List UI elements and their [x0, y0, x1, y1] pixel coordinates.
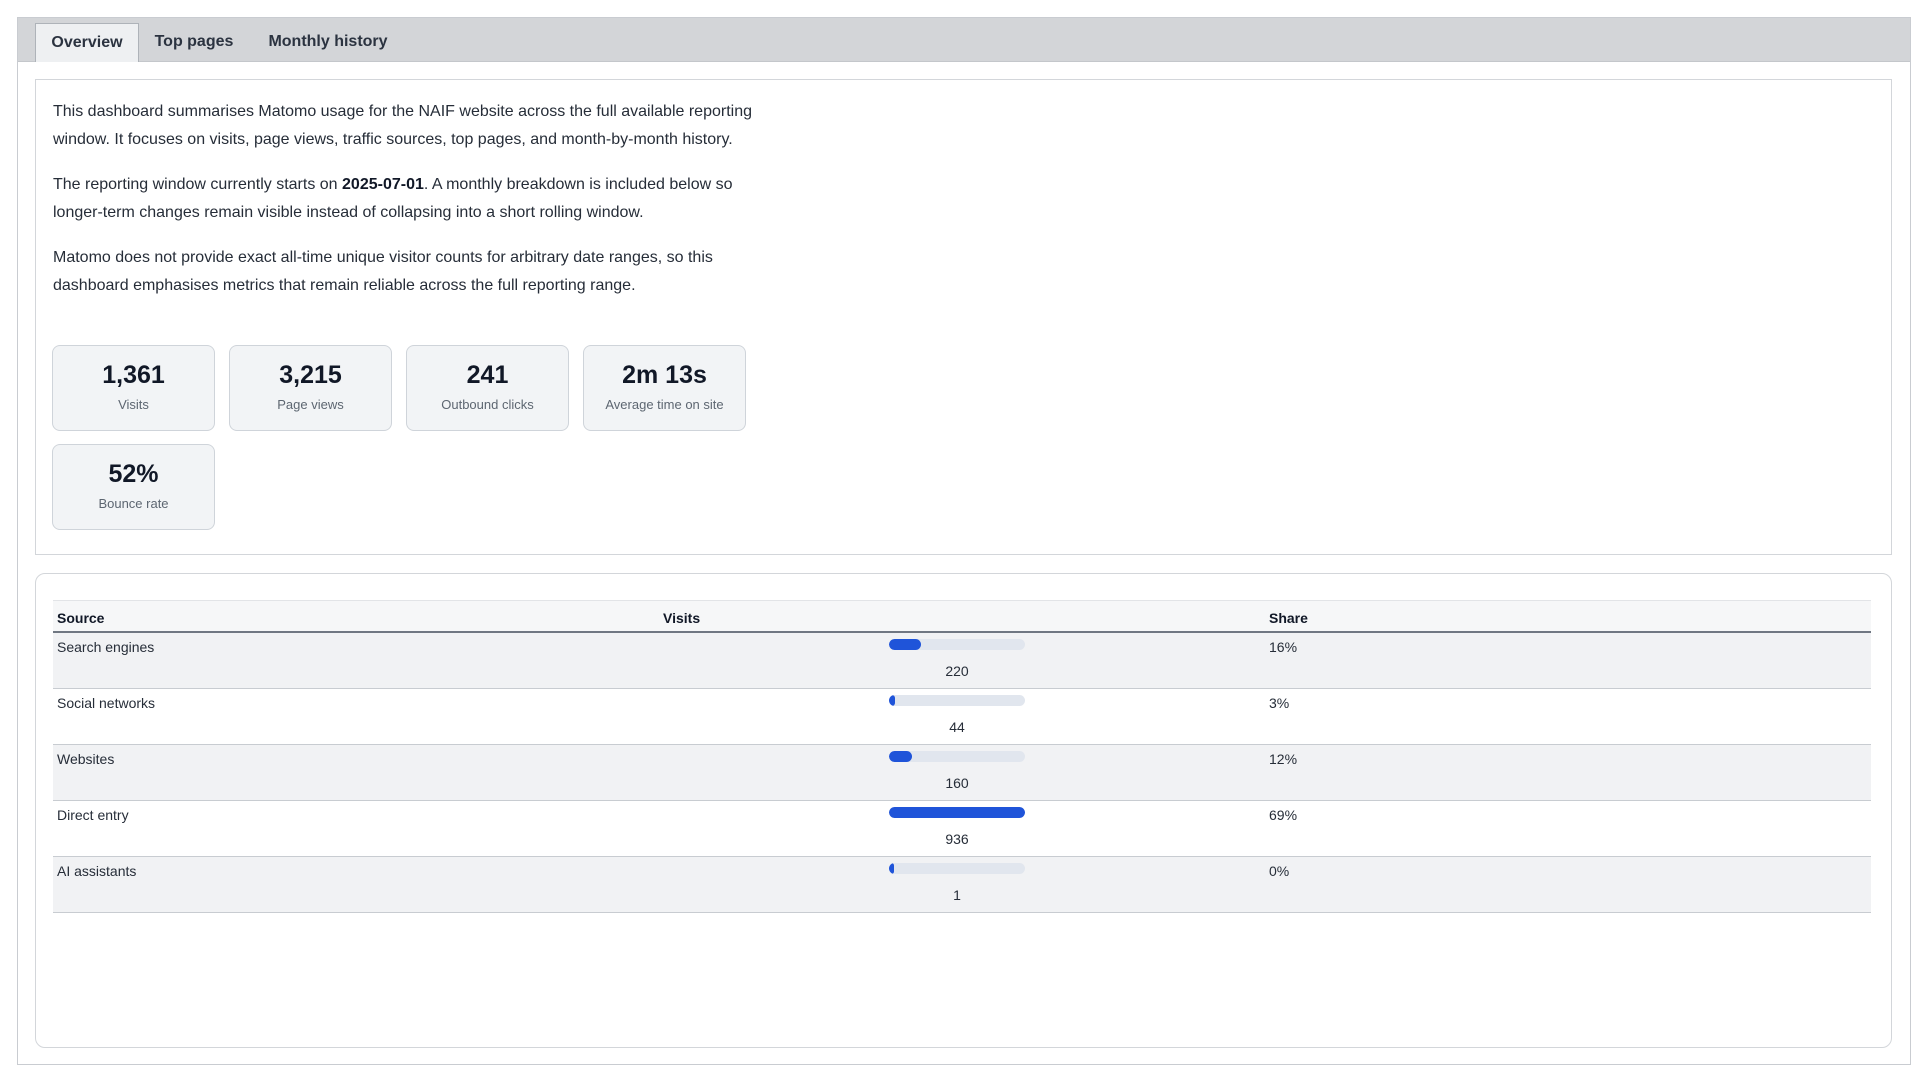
source-name-direct-entry: Direct entry: [57, 806, 129, 823]
metric-card-visits: 1,361 Visits: [52, 345, 215, 431]
source-name-search-engines: Search engines: [57, 639, 155, 655]
share-value: 3%: [1269, 694, 1290, 711]
tab-overview[interactable]: Overview: [35, 23, 139, 62]
visits-count: 1: [953, 886, 961, 903]
metric-label: Bounce rate: [98, 496, 169, 511]
metric-value: 241: [466, 361, 509, 389]
column-header-source: Source: [57, 609, 105, 626]
visits-bar-track: [889, 806, 1025, 818]
source-name-ai-assistants: AI assistants: [57, 862, 137, 879]
intro-paragraph-2: The reporting window currently starts on…: [53, 171, 753, 227]
tab-top-pages[interactable]: Top pages: [139, 23, 249, 62]
tab-bar: Overview Top pages Monthly history: [18, 18, 1910, 62]
share-value: 69%: [1269, 806, 1298, 823]
visits-cell: 44: [659, 688, 1265, 744]
intro-p2-start: The reporting window currently starts on: [53, 176, 343, 193]
column-header-share: Share: [1269, 609, 1308, 626]
table-header-row: Source Visits Share: [53, 600, 1871, 632]
metric-value: 2m 13s: [622, 361, 707, 389]
table-row: Websites 160 12%: [53, 744, 1871, 800]
table-row: AI assistants 1 0%: [53, 856, 1871, 912]
share-value: 12%: [1269, 750, 1298, 767]
visits-count: 160: [945, 774, 969, 791]
metric-label: Average time on site: [605, 397, 724, 412]
visits-bar-fill: [889, 639, 921, 650]
metric-card-outbound-clicks: 241 Outbound clicks: [406, 345, 569, 431]
reporting-start-date: 2025-07-01: [342, 176, 424, 193]
table-row: Search engines 220 16%: [53, 632, 1871, 688]
metric-label: Outbound clicks: [441, 397, 534, 412]
table-row: Social networks 44 3%: [53, 688, 1871, 744]
visits-count: 220: [945, 663, 969, 679]
metric-value: 52%: [108, 460, 159, 488]
visits-cell: 936: [659, 800, 1265, 856]
metric-label: Page views: [277, 397, 344, 412]
intro-text: This dashboard summarises Matomo usage f…: [53, 98, 753, 317]
visits-cell: 220: [659, 632, 1265, 688]
visits-bar-fill: [889, 694, 896, 706]
visits-bar-track: [889, 639, 1025, 650]
overview-panel: This dashboard summarises Matomo usage f…: [35, 79, 1892, 555]
tab-monthly-history[interactable]: Monthly history: [249, 23, 407, 62]
traffic-sources-panel: Source Visits Share Search engines 220 16%…: [35, 573, 1892, 1048]
intro-paragraph-3: Matomo does not provide exact all-time u…: [53, 249, 713, 294]
metric-card-page-views: 3,215 Page views: [229, 345, 392, 431]
visits-count: 936: [945, 830, 969, 847]
visits-bar-fill: [889, 862, 894, 874]
share-value: 0%: [1269, 862, 1290, 879]
source-name-websites: Websites: [57, 750, 115, 767]
metric-value: 1,361: [102, 361, 165, 389]
intro-paragraph-1: This dashboard summarises Matomo usage f…: [53, 103, 752, 148]
dashboard-frame: Overview Top pages Monthly history This …: [17, 17, 1911, 1065]
visits-bar-track: [889, 862, 1025, 874]
table-row: Direct entry 936 69%: [53, 800, 1871, 856]
column-header-visits: Visits: [663, 609, 701, 626]
visits-bar-fill: [889, 806, 1025, 818]
visits-bar-track: [889, 694, 1025, 706]
visits-cell: 1: [659, 856, 1265, 912]
traffic-sources-table: Source Visits Share Search engines 220 16%…: [53, 600, 1871, 913]
visits-cell: 160: [659, 744, 1265, 800]
metric-label: Visits: [118, 397, 149, 412]
source-name-social-networks: Social networks: [57, 694, 156, 711]
metric-card-bounce-rate: 52% Bounce rate: [52, 444, 215, 530]
visits-bar-track: [889, 750, 1025, 762]
visits-bar-fill: [889, 750, 913, 762]
share-value: 16%: [1269, 639, 1298, 655]
metric-value: 3,215: [279, 361, 342, 389]
metric-card-average-time: 2m 13s Average time on site: [583, 345, 746, 431]
visits-count: 44: [949, 718, 965, 735]
